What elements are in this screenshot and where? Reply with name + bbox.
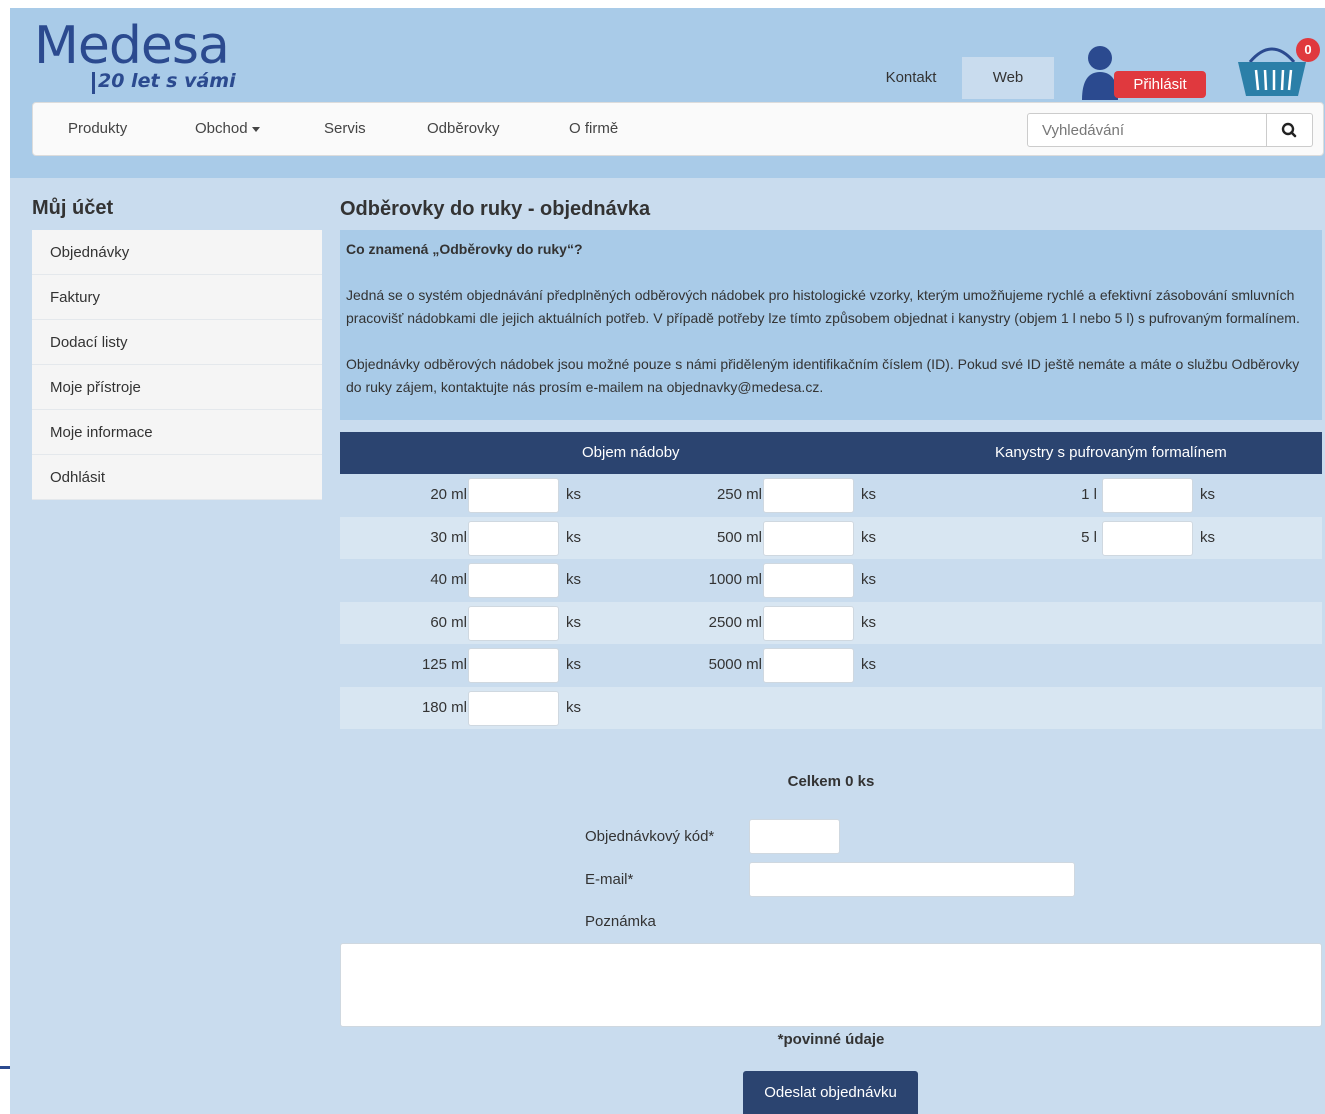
volume-label: 1 l — [1081, 486, 1097, 503]
sidebar-item-dodaci-listy[interactable]: Dodací listy — [32, 320, 322, 365]
email-label: E-mail* — [585, 871, 634, 888]
unit-label: ks — [1200, 486, 1215, 503]
top-link-kontakt[interactable]: Kontakt — [862, 57, 960, 99]
sidebar-item-moje-pristroje[interactable]: Moje přístroje — [32, 365, 322, 410]
submit-order-button[interactable]: Odeslat objednávku — [743, 1071, 918, 1114]
table-row: 125 ml ks 5000 ml ks — [340, 644, 1322, 687]
sidebar-item-objednavky[interactable]: Objednávky — [32, 230, 322, 275]
unit-label: ks — [861, 656, 876, 673]
unit-label: ks — [566, 486, 581, 503]
unit-label: ks — [1200, 528, 1215, 546]
order-code-label: Objednávkový kód* — [585, 828, 715, 845]
logo-tagline: 20 let s vámi — [98, 70, 236, 92]
cart-count-badge: 0 — [1296, 38, 1320, 62]
unit-label: ks — [566, 528, 581, 546]
volume-label: 30 ml — [430, 528, 467, 546]
quantity-input[interactable] — [763, 648, 854, 683]
nav-item-produkty[interactable]: Produkty — [68, 103, 127, 155]
unit-label: ks — [861, 486, 876, 503]
sidebar-item-moje-informace[interactable]: Moje informace — [32, 410, 322, 455]
volume-label: 2500 ml — [708, 613, 762, 631]
nav-item-o-firme[interactable]: O firmě — [569, 103, 618, 155]
search-input[interactable] — [1027, 113, 1267, 147]
order-table: Objem nádoby Kanystry s pufrovaným forma… — [340, 432, 1322, 729]
unit-label: ks — [566, 613, 581, 631]
volume-label: 250 ml — [716, 486, 762, 503]
logo-tag-bar — [92, 72, 95, 94]
quantity-input[interactable] — [763, 520, 854, 556]
info-question: Co znamená „Odběrovky do ruky“? — [346, 241, 583, 257]
account-sidebar: Objednávky Faktury Dodací listy Moje pří… — [32, 230, 322, 500]
quantity-input[interactable] — [468, 690, 559, 726]
nav-item-servis[interactable]: Servis — [324, 103, 366, 155]
volume-label: 5 l — [1081, 528, 1097, 546]
page-title: Odběrovky do ruky - objednávka — [340, 198, 651, 220]
quantity-input[interactable] — [763, 478, 854, 513]
volume-label: 20 ml — [430, 486, 467, 503]
note-label: Poznámka — [585, 913, 656, 930]
nav-item-obchod[interactable]: Obchod — [195, 103, 260, 155]
caret-down-icon — [251, 126, 260, 132]
info-paragraph: Jedná se o systém objednávání předplněný… — [346, 287, 1300, 326]
table-row: 30 ml ks 500 ml ks 5 l ks — [340, 516, 1322, 559]
volume-label: 40 ml — [430, 571, 467, 588]
quantity-input[interactable] — [763, 605, 854, 641]
header-volume: Objem nádoby — [582, 444, 680, 461]
top-link-web[interactable]: Web — [962, 57, 1054, 99]
volume-label: 5000 ml — [708, 656, 762, 673]
table-row: 180 ml ks — [340, 686, 1322, 729]
sidebar-title: Můj účet — [32, 197, 114, 219]
login-button[interactable]: Přihlásit — [1114, 71, 1206, 98]
nav-item-obchod-label: Obchod — [195, 120, 248, 137]
decorative-line — [0, 1066, 10, 1069]
volume-label: 500 ml — [716, 528, 762, 546]
email-input[interactable] — [749, 862, 1075, 897]
unit-label: ks — [861, 528, 876, 546]
order-table-body: 20 ml ks 250 ml ks 1 l ks 30 ml ks 500 ml ks 5 l ks… — [340, 474, 1322, 729]
volume-label: 180 ml — [421, 698, 467, 716]
main-navbar: Produkty Obchod Servis Odběrovky O firmě — [32, 102, 1324, 156]
logo-word: Medesa — [34, 16, 230, 76]
quantity-input[interactable] — [1102, 478, 1193, 513]
sidebar-item-faktury[interactable]: Faktury — [32, 275, 322, 320]
unit-label: ks — [566, 656, 581, 673]
nav-item-odberovky[interactable]: Odběrovky — [427, 103, 500, 155]
table-row: 40 ml ks 1000 ml ks — [340, 559, 1322, 602]
order-total: Celkem 0 ks — [787, 773, 875, 790]
quantity-input[interactable] — [468, 563, 559, 598]
unit-label: ks — [566, 698, 581, 716]
quantity-input[interactable] — [1102, 520, 1193, 556]
quantity-input[interactable] — [468, 605, 559, 641]
sidebar-item-odhlasit[interactable]: Odhlásit — [32, 455, 322, 500]
info-paragraph: Objednávky odběrových nádobek jsou možné… — [346, 356, 1300, 395]
volume-label: 125 ml — [421, 656, 467, 673]
quantity-input[interactable] — [468, 478, 559, 513]
unit-label: ks — [566, 571, 581, 588]
quantity-input[interactable] — [468, 520, 559, 556]
quantity-input[interactable] — [763, 563, 854, 598]
required-note: *povinné údaje — [777, 1031, 885, 1048]
volume-label: 1000 ml — [708, 571, 762, 588]
table-row: 20 ml ks 250 ml ks 1 l ks — [340, 474, 1322, 517]
search-button[interactable] — [1267, 113, 1313, 147]
unit-label: ks — [861, 613, 876, 631]
header-canisters: Kanystry s pufrovaným formalínem — [995, 444, 1227, 461]
quantity-input[interactable] — [468, 648, 559, 683]
order-code-input[interactable] — [749, 819, 840, 854]
search-icon — [1281, 122, 1297, 138]
table-row: 60 ml ks 2500 ml ks — [340, 601, 1322, 644]
info-box: Co znamená „Odběrovky do ruky“? Jedná se… — [340, 230, 1322, 420]
order-table-header: Objem nádoby Kanystry s pufrovaným forma… — [340, 432, 1322, 474]
unit-label: ks — [861, 571, 876, 588]
volume-label: 60 ml — [430, 613, 467, 631]
medesa-logo[interactable]: Medesa 20 let s vámi — [34, 16, 236, 94]
note-textarea[interactable] — [340, 943, 1322, 1027]
